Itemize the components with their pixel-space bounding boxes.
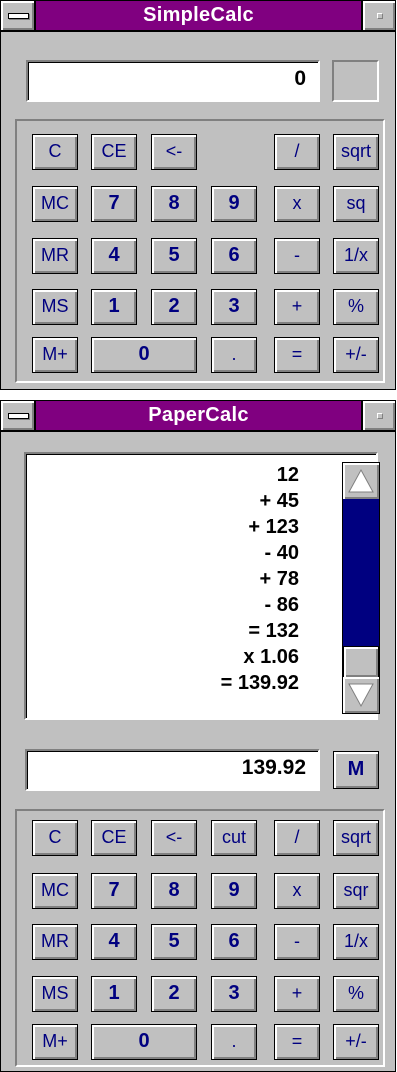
scroll-thumb[interactable]: [343, 646, 379, 678]
minus-button[interactable]: -: [274, 924, 320, 960]
digit-1-button[interactable]: 1: [91, 976, 137, 1012]
tape-line: 12: [276, 464, 299, 486]
digit-0-button[interactable]: 0: [91, 337, 197, 373]
digit-3-button[interactable]: 3: [211, 289, 257, 325]
digit-9-button[interactable]: 9: [211, 873, 257, 909]
minimize-button[interactable]: [361, 1, 395, 30]
scroll-up-button[interactable]: [343, 463, 379, 499]
plus-button[interactable]: +: [274, 289, 320, 325]
memory-store-button[interactable]: MS: [32, 289, 78, 325]
window-title: PaperCalc: [148, 404, 249, 426]
memory-recall-button[interactable]: MR: [32, 924, 78, 960]
minimize-icon: [377, 413, 383, 419]
percent-button[interactable]: %: [333, 976, 379, 1012]
equals-button[interactable]: =: [274, 337, 320, 373]
minimize-icon: [377, 13, 383, 19]
square-button[interactable]: sqr: [333, 873, 379, 909]
digit-5-button[interactable]: 5: [151, 924, 197, 960]
memory-indicator: [332, 60, 379, 102]
scroll-up-icon: [348, 468, 374, 493]
tape-lines: 12 + 45 + 123 - 40 + 78 - 86 = 132 x 1.0…: [221, 462, 299, 696]
digit-8-button[interactable]: 8: [151, 873, 197, 909]
simplecalc-titlebar[interactable]: SimpleCalc: [1, 1, 395, 32]
papercalc-titlebar[interactable]: PaperCalc: [1, 401, 395, 432]
digit-6-button[interactable]: 6: [211, 238, 257, 274]
memory-recall-button[interactable]: MR: [32, 238, 78, 274]
memory-indicator[interactable]: M: [333, 751, 379, 789]
minus-button[interactable]: -: [274, 238, 320, 274]
reciprocal-button[interactable]: 1/x: [333, 238, 379, 274]
window-title: SimpleCalc: [143, 4, 254, 26]
tape-line: = 139.92: [220, 672, 299, 694]
digit-4-button[interactable]: 4: [91, 238, 137, 274]
tape-line: + 78: [259, 568, 299, 590]
tape-scrollbar[interactable]: [342, 462, 380, 714]
digit-4-button[interactable]: 4: [91, 924, 137, 960]
digit-2-button[interactable]: 2: [151, 289, 197, 325]
digit-0-button[interactable]: 0: [91, 1024, 197, 1060]
digit-7-button[interactable]: 7: [91, 873, 137, 909]
tape-line: - 86: [264, 594, 299, 616]
memory-store-button[interactable]: MS: [32, 976, 78, 1012]
tape-line: - 40: [264, 542, 299, 564]
digit-5-button[interactable]: 5: [151, 238, 197, 274]
paper-tape: 12 + 45 + 123 - 40 + 78 - 86 = 132 x 1.0…: [24, 452, 380, 720]
decimal-button[interactable]: .: [211, 1024, 257, 1060]
minimize-button[interactable]: [361, 401, 395, 430]
calc-display: 139.92: [25, 749, 320, 791]
digit-3-button[interactable]: 3: [211, 976, 257, 1012]
multiply-button[interactable]: x: [274, 873, 320, 909]
divide-button[interactable]: /: [274, 134, 320, 170]
divide-button[interactable]: /: [274, 820, 320, 856]
clear-button[interactable]: C: [32, 134, 78, 170]
sign-toggle-button[interactable]: +/-: [333, 337, 379, 373]
backspace-button[interactable]: <-: [151, 820, 197, 856]
system-menu-button[interactable]: [1, 401, 36, 430]
digit-6-button[interactable]: 6: [211, 924, 257, 960]
digit-7-button[interactable]: 7: [91, 186, 137, 222]
sqrt-button[interactable]: sqrt: [333, 134, 379, 170]
tape-line: = 132: [248, 620, 299, 642]
memory-add-button[interactable]: M+: [32, 337, 78, 373]
scroll-down-button[interactable]: [343, 677, 379, 713]
digit-1-button[interactable]: 1: [91, 289, 137, 325]
backspace-button[interactable]: <-: [151, 134, 197, 170]
papercalc-window: PaperCalc 12 + 45 + 123 - 40 + 78 - 86 =…: [0, 400, 396, 1072]
equals-button[interactable]: =: [274, 1024, 320, 1060]
sqrt-button[interactable]: sqrt: [333, 820, 379, 856]
system-menu-icon: [8, 413, 29, 419]
square-button[interactable]: sq: [333, 186, 379, 222]
tape-line: + 45: [259, 490, 299, 512]
digit-2-button[interactable]: 2: [151, 976, 197, 1012]
clear-entry-button[interactable]: CE: [91, 820, 137, 856]
clear-button[interactable]: C: [32, 820, 78, 856]
digit-8-button[interactable]: 8: [151, 186, 197, 222]
memory-clear-button[interactable]: MC: [32, 873, 78, 909]
scroll-down-icon: [348, 683, 374, 708]
sign-toggle-button[interactable]: +/-: [333, 1024, 379, 1060]
memory-add-button[interactable]: M+: [32, 1024, 78, 1060]
cut-button[interactable]: cut: [211, 820, 257, 856]
multiply-button[interactable]: x: [274, 186, 320, 222]
clear-entry-button[interactable]: CE: [91, 134, 137, 170]
calc-display: 0: [26, 60, 320, 102]
reciprocal-button[interactable]: 1/x: [333, 924, 379, 960]
digit-9-button[interactable]: 9: [211, 186, 257, 222]
system-menu-button[interactable]: [1, 1, 36, 30]
tape-line: + 123: [248, 516, 299, 538]
memory-clear-button[interactable]: MC: [32, 186, 78, 222]
percent-button[interactable]: %: [333, 289, 379, 325]
tape-line: x 1.06: [243, 646, 299, 668]
decimal-button[interactable]: .: [211, 337, 257, 373]
system-menu-icon: [8, 13, 29, 19]
simplecalc-window: SimpleCalc 0 C CE <- / sqrt MC 7 8 9 x s…: [0, 0, 396, 390]
plus-button[interactable]: +: [274, 976, 320, 1012]
